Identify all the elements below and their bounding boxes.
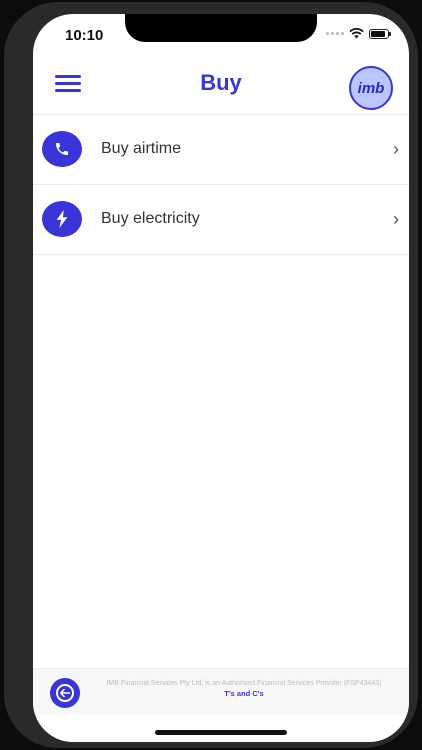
back-arrow-button[interactable] <box>50 678 80 708</box>
terms-link[interactable]: T's and C's <box>89 689 399 698</box>
battery-icon <box>369 28 391 39</box>
app-header: Buy imb <box>33 62 409 114</box>
app-footer: IMB Financial Services Pty Ltd, is an Au… <box>33 668 409 715</box>
lightning-icon <box>42 201 82 237</box>
chevron-right-icon: › <box>393 139 399 159</box>
signal-dots-icon <box>326 32 344 35</box>
home-indicator[interactable] <box>155 730 287 735</box>
status-icons <box>326 28 391 39</box>
buy-airtime-label: Buy airtime <box>101 140 182 157</box>
buy-airtime-item[interactable]: Buy airtime › <box>33 115 409 185</box>
app-screen: 10:10 Buy imb Buy airtime › Buy electric… <box>33 14 409 742</box>
status-time: 10:10 <box>65 27 104 44</box>
back-arrow-icon <box>56 684 74 702</box>
device-frame: 10:10 Buy imb Buy airtime › Buy electric… <box>4 2 418 748</box>
phone-icon <box>42 131 82 167</box>
chevron-right-icon: › <box>393 209 399 229</box>
buy-electricity-label: Buy electricity <box>101 210 200 227</box>
wifi-icon <box>349 28 364 39</box>
imb-logo[interactable]: imb <box>349 66 393 110</box>
buy-electricity-item[interactable]: Buy electricity › <box>33 185 409 255</box>
footer-disclaimer: IMB Financial Services Pty Ltd, is an Au… <box>89 679 399 698</box>
device-notch <box>125 14 317 42</box>
buy-options-list: Buy airtime › Buy electricity › <box>33 114 409 255</box>
disclaimer-text: IMB Financial Services Pty Ltd, is an Au… <box>106 680 382 687</box>
